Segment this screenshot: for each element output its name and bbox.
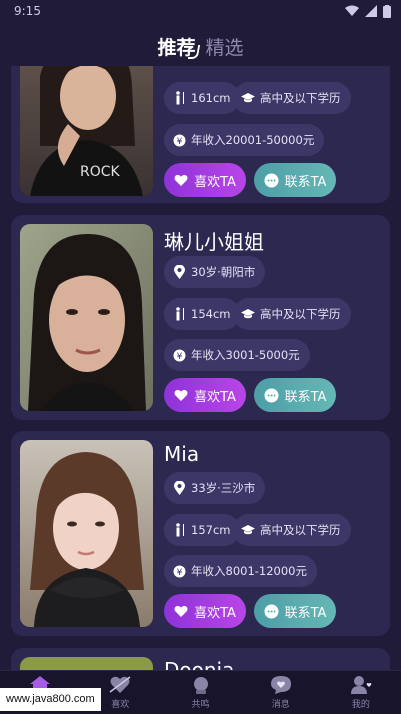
- yuan-icon: ¥: [172, 133, 186, 147]
- yuan-icon: ¥: [172, 348, 186, 362]
- like-label: 喜欢TA: [194, 389, 236, 405]
- education-chip: 高中及以下学历: [233, 82, 351, 114]
- height-chip: 157cm: [164, 514, 241, 546]
- height-text: 161cm: [191, 91, 231, 105]
- top-tabs: 推荐 精选: [0, 28, 401, 60]
- nav-messages[interactable]: 消息: [241, 671, 321, 714]
- like-button[interactable]: 喜欢TA: [164, 378, 246, 412]
- income-chip: ¥ 年收入8001-12000元: [164, 555, 317, 587]
- location-pin-icon: [172, 265, 186, 279]
- person-height-icon: [172, 307, 186, 321]
- heart-icon: [174, 389, 188, 402]
- svg-text:¥: ¥: [176, 137, 182, 147]
- education-text: 高中及以下学历: [260, 91, 341, 105]
- signal-icon: [365, 5, 377, 17]
- education-chip: 高中及以下学历: [233, 514, 351, 546]
- nav-profile[interactable]: 我的: [321, 671, 401, 714]
- height-chip: 161cm: [164, 82, 241, 114]
- svg-text:¥: ¥: [176, 568, 182, 578]
- heart-arrow-icon: [109, 676, 131, 693]
- chat-bubble-icon: [264, 173, 279, 188]
- age-city-text: 33岁·三沙市: [191, 481, 256, 495]
- contact-button[interactable]: 联系TA: [254, 378, 336, 412]
- height-chip: 154cm: [164, 298, 241, 330]
- graduation-cap-icon: [241, 91, 255, 105]
- education-text: 高中及以下学历: [260, 523, 341, 537]
- profile-photo[interactable]: [20, 440, 153, 627]
- income-text: 年收入3001-5000元: [191, 348, 300, 362]
- watermark: www.java800.com: [0, 688, 101, 711]
- profile-photo[interactable]: [20, 224, 153, 411]
- portrait-image: [20, 224, 153, 411]
- height-text: 154cm: [191, 307, 231, 321]
- contact-label: 联系TA: [284, 174, 327, 190]
- location-pin-icon: [172, 481, 186, 495]
- person-height-icon: [172, 91, 186, 105]
- contact-button[interactable]: 联系TA: [254, 163, 336, 197]
- nav-profile-label: 我的: [351, 700, 370, 710]
- person-height-icon: [172, 523, 186, 537]
- nav-resonance-label: 共鸣: [191, 700, 210, 710]
- education-text: 高中及以下学历: [260, 307, 341, 321]
- income-chip: ¥ 年收入20001-50000元: [164, 124, 325, 156]
- profile-photo[interactable]: ROCK: [20, 66, 153, 196]
- crystal-ball-icon: [193, 677, 208, 694]
- portrait-image: ROCK: [20, 66, 153, 196]
- nav-resonance[interactable]: 共鸣: [160, 671, 240, 714]
- like-label: 喜欢TA: [194, 605, 236, 621]
- chat-bubble-icon: [264, 388, 279, 403]
- income-text: 年收入8001-12000元: [191, 564, 307, 578]
- profile-card[interactable]: Mia 33岁·三沙市 157cm 高中及以下学历 ¥ 年收入8001-1200…: [11, 431, 390, 636]
- nav-messages-label: 消息: [271, 700, 290, 710]
- heart-icon: [174, 174, 188, 187]
- profile-icon: [350, 676, 372, 694]
- age-city-chip: 30岁·朝阳市: [164, 256, 266, 288]
- portrait-image: [20, 657, 153, 670]
- contact-label: 联系TA: [284, 389, 327, 405]
- profile-name: 琳儿小姐姐: [164, 230, 264, 254]
- battery-icon: [383, 5, 391, 18]
- yuan-icon: ¥: [172, 564, 186, 578]
- status-bar: 9:15: [0, 0, 401, 24]
- profile-name: Doonia: [164, 658, 235, 670]
- income-chip: ¥ 年收入3001-5000元: [164, 339, 310, 371]
- heart-icon: [174, 605, 188, 618]
- graduation-cap-icon: [241, 307, 255, 321]
- status-time: 9:15: [14, 4, 41, 18]
- education-chip: 高中及以下学历: [233, 298, 351, 330]
- profile-card[interactable]: Doonia: [11, 648, 390, 670]
- nav-like-label: 喜欢: [111, 700, 130, 710]
- height-text: 157cm: [191, 523, 231, 537]
- age-city-text: 30岁·朝阳市: [191, 265, 256, 279]
- portrait-image: [20, 440, 153, 627]
- message-heart-icon: [270, 676, 291, 694]
- contact-button[interactable]: 联系TA: [254, 594, 336, 628]
- profile-card[interactable]: 琳儿小姐姐 30岁·朝阳市 154cm 高中及以下学历 ¥ 年收入3001-50…: [11, 215, 390, 420]
- income-text: 年收入20001-50000元: [191, 133, 315, 147]
- profile-list[interactable]: ROCK 161cm 高中及以下学历 ¥ 年收入20001-50000元 喜欢T…: [0, 66, 401, 670]
- like-label: 喜欢TA: [194, 174, 236, 190]
- age-city-chip: 33岁·三沙市: [164, 472, 266, 504]
- profile-name: Mia: [164, 442, 200, 466]
- profile-card[interactable]: ROCK 161cm 高中及以下学历 ¥ 年收入20001-50000元 喜欢T…: [11, 66, 390, 203]
- wifi-icon: [345, 5, 359, 16]
- svg-text:¥: ¥: [176, 352, 182, 362]
- tab-featured[interactable]: 精选: [206, 33, 244, 60]
- chat-bubble-icon: [264, 604, 279, 619]
- graduation-cap-icon: [241, 523, 255, 537]
- svg-text:ROCK: ROCK: [80, 164, 121, 180]
- status-icons: [345, 5, 391, 18]
- contact-label: 联系TA: [284, 605, 327, 621]
- profile-photo[interactable]: [20, 657, 153, 670]
- like-button[interactable]: 喜欢TA: [164, 594, 246, 628]
- like-button[interactable]: 喜欢TA: [164, 163, 246, 197]
